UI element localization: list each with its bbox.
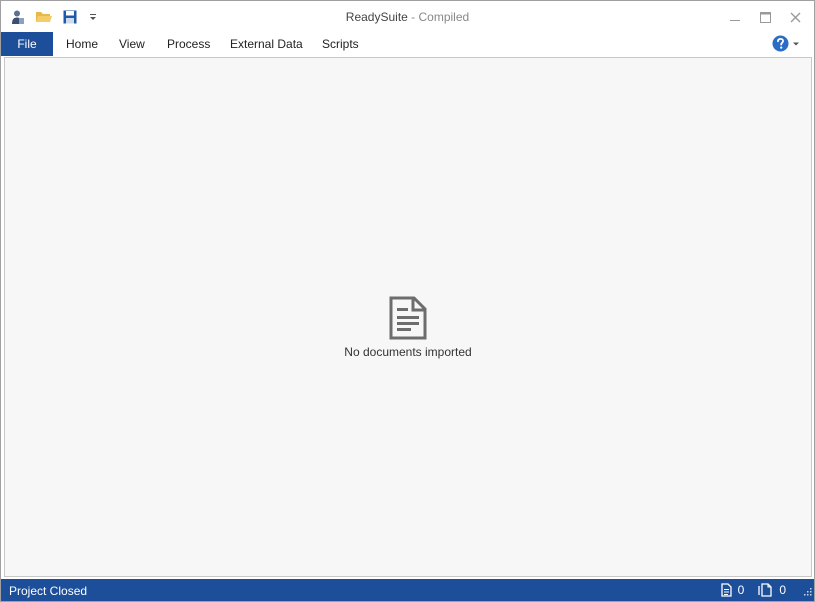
pages-count: 0: [779, 583, 786, 597]
tab-home[interactable]: Home: [54, 32, 110, 56]
help-button[interactable]: [772, 35, 800, 52]
help-dropdown-icon: [793, 42, 799, 45]
document-icon: [389, 296, 427, 340]
tab-process[interactable]: Process: [155, 32, 222, 56]
pages-count-icon: [758, 583, 772, 597]
tab-scripts[interactable]: Scripts: [310, 32, 371, 56]
tab-view[interactable]: View: [107, 32, 157, 56]
pages-counter: 0: [758, 583, 786, 597]
maximize-icon: [759, 11, 771, 23]
empty-message: No documents imported: [344, 345, 472, 359]
minimize-icon: [730, 20, 740, 21]
app-window: ReadySuite - Compiled File Home View Pro…: [0, 0, 815, 602]
window-controls: [720, 5, 810, 29]
document-subtitle: Compiled: [418, 10, 470, 24]
close-button[interactable]: [780, 5, 810, 29]
title-separator: -: [407, 10, 419, 24]
status-counters: 0 0: [707, 583, 786, 597]
documents-panel: No documents imported: [4, 57, 812, 577]
resize-grip[interactable]: [804, 585, 812, 599]
project-status: Project Closed: [9, 584, 88, 598]
minimize-button[interactable]: [720, 5, 750, 29]
documents-count: 0: [737, 583, 745, 597]
resize-grip-icon: [804, 588, 812, 596]
close-icon: [790, 12, 800, 22]
help-icon: [772, 35, 789, 52]
documents-counter: 0: [720, 583, 745, 597]
maximize-button[interactable]: [750, 5, 780, 29]
tab-file[interactable]: File: [1, 32, 53, 56]
app-title: ReadySuite: [345, 10, 408, 24]
ribbon-tabs: File Home View Process External Data Scr…: [1, 32, 814, 56]
status-bar: Project Closed 0 0: [1, 579, 814, 601]
document-count-icon: [720, 583, 732, 597]
window-title: ReadySuite - Compiled: [1, 10, 814, 24]
empty-state: No documents imported: [5, 295, 811, 359]
title-bar: ReadySuite - Compiled: [1, 1, 814, 32]
tab-external-data[interactable]: External Data: [218, 32, 315, 56]
